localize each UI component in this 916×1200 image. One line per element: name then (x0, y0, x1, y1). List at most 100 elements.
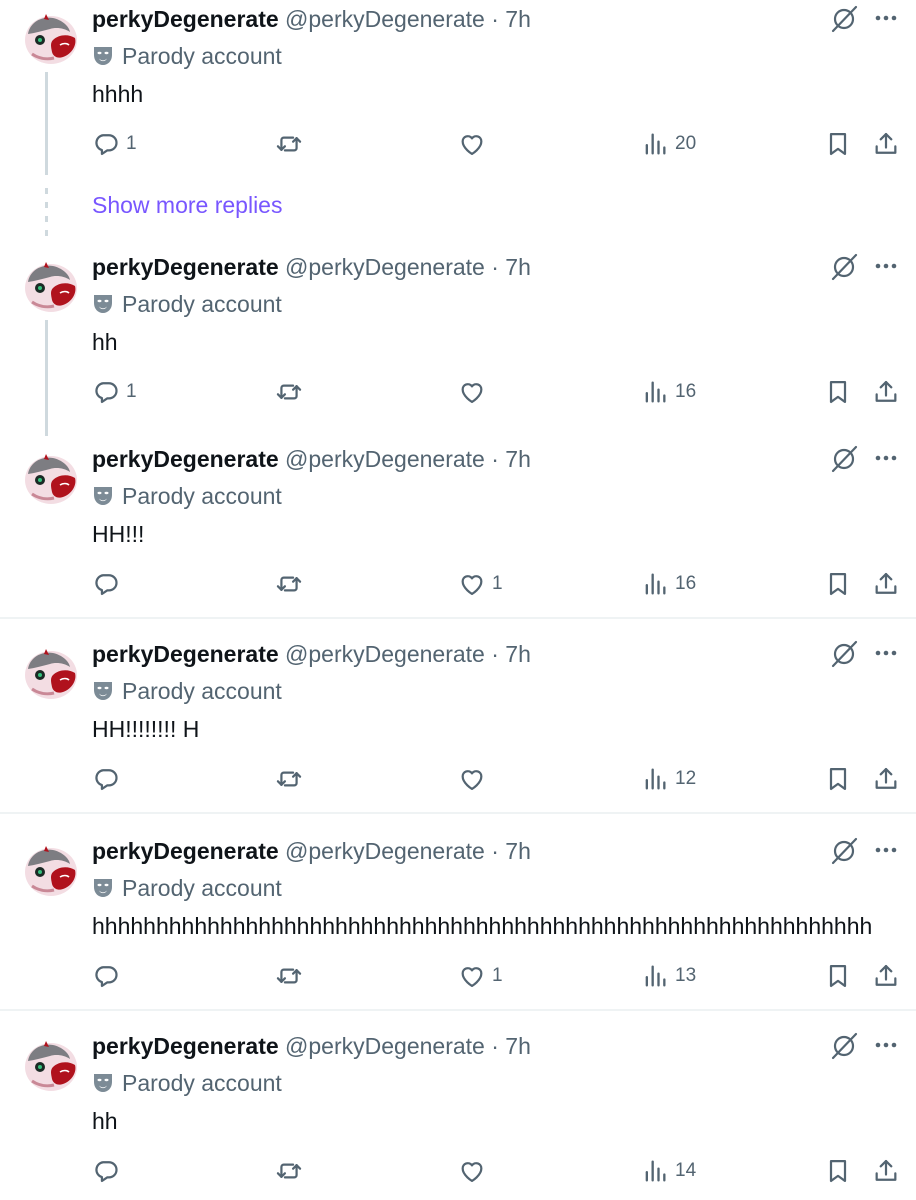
grok-icon[interactable] (829, 4, 859, 34)
more-icon[interactable] (872, 4, 900, 32)
repost-icon (275, 1157, 303, 1185)
author-name[interactable]: perkyDegenerate (92, 6, 279, 32)
author-name[interactable]: perkyDegenerate (92, 446, 279, 472)
avatar[interactable] (22, 10, 80, 68)
views-button[interactable]: 16 (641, 570, 696, 598)
views-count: 12 (675, 768, 697, 789)
repost-icon (275, 130, 303, 158)
share-icon (872, 1157, 900, 1185)
like-button[interactable]: 1 (458, 962, 503, 990)
timestamp[interactable]: 7h (505, 446, 531, 472)
views-button[interactable]: 12 (641, 765, 696, 793)
views-button[interactable]: 14 (641, 1157, 696, 1185)
parody-badge: Parody account (92, 677, 282, 705)
bookmark-button[interactable] (824, 130, 852, 158)
author-handle[interactable]: @perkyDegenerate (285, 254, 485, 280)
more-icon[interactable] (872, 1031, 900, 1059)
tweet-text: HH!!! (92, 521, 145, 547)
tweet-divider (0, 1009, 916, 1011)
show-more-replies-link[interactable]: Show more replies (92, 191, 282, 219)
reply-button[interactable] (92, 765, 126, 793)
repost-button[interactable] (275, 378, 309, 406)
like-button[interactable] (458, 130, 492, 158)
tweet-text: hh (92, 329, 118, 355)
bookmark-button[interactable] (824, 765, 852, 793)
timestamp[interactable]: 7h (505, 838, 531, 864)
reply-button[interactable] (92, 570, 126, 598)
author-handle[interactable]: @perkyDegenerate (285, 446, 485, 472)
parody-mask-icon (92, 877, 114, 899)
repost-button[interactable] (275, 1157, 309, 1185)
author-name[interactable]: perkyDegenerate (92, 838, 279, 864)
timestamp[interactable]: 7h (505, 641, 531, 667)
views-button[interactable]: 20 (641, 130, 696, 158)
views-button[interactable]: 16 (641, 378, 696, 406)
bookmark-icon (824, 1157, 852, 1185)
parody-label: Parody account (122, 1070, 282, 1096)
share-icon (872, 962, 900, 990)
views-count: 16 (675, 573, 697, 594)
like-button[interactable] (458, 765, 492, 793)
reply-icon (92, 765, 120, 793)
views-count: 16 (675, 381, 697, 402)
more-icon[interactable] (872, 252, 900, 280)
more-icon[interactable] (872, 639, 900, 667)
bookmark-button[interactable] (824, 1157, 852, 1185)
grok-icon[interactable] (829, 1031, 859, 1061)
avatar[interactable] (22, 450, 80, 508)
like-button[interactable]: 1 (458, 570, 503, 598)
views-icon (641, 378, 669, 406)
like-count: 1 (492, 965, 503, 986)
repost-button[interactable] (275, 765, 309, 793)
like-button[interactable] (458, 1157, 492, 1185)
reply-button[interactable] (92, 962, 126, 990)
reply-count: 1 (126, 133, 137, 154)
bookmark-button[interactable] (824, 378, 852, 406)
author-handle[interactable]: @perkyDegenerate (285, 641, 485, 667)
author-handle[interactable]: @perkyDegenerate (285, 1033, 485, 1059)
reply-button[interactable]: 1 (92, 378, 137, 406)
parody-mask-icon (92, 1072, 114, 1094)
more-icon[interactable] (872, 836, 900, 864)
timestamp[interactable]: 7h (505, 6, 531, 32)
reply-icon (92, 570, 120, 598)
author-handle[interactable]: @perkyDegenerate (285, 6, 485, 32)
share-button[interactable] (872, 570, 900, 598)
share-button[interactable] (872, 962, 900, 990)
bookmark-button[interactable] (824, 570, 852, 598)
bookmark-button[interactable] (824, 962, 852, 990)
reply-button[interactable]: 1 (92, 130, 137, 158)
reply-button[interactable] (92, 1157, 126, 1185)
like-button[interactable] (458, 378, 492, 406)
share-button[interactable] (872, 130, 900, 158)
parody-label: Parody account (122, 483, 282, 509)
views-button[interactable]: 13 (641, 962, 696, 990)
more-icon[interactable] (872, 444, 900, 472)
bookmark-icon (824, 962, 852, 990)
avatar[interactable] (22, 258, 80, 316)
author-handle[interactable]: @perkyDegenerate (285, 838, 485, 864)
parody-label: Parody account (122, 43, 282, 69)
share-button[interactable] (872, 765, 900, 793)
grok-icon[interactable] (829, 639, 859, 669)
timestamp[interactable]: 7h (505, 1033, 531, 1059)
repost-button[interactable] (275, 130, 309, 158)
grok-icon[interactable] (829, 252, 859, 282)
parody-badge: Parody account (92, 874, 282, 902)
avatar[interactable] (22, 1037, 80, 1095)
tweet-header: perkyDegenerate @perkyDegenerate · 7h (92, 253, 531, 281)
timestamp[interactable]: 7h (505, 254, 531, 280)
views-icon (641, 1157, 669, 1185)
avatar[interactable] (22, 645, 80, 703)
repost-button[interactable] (275, 962, 309, 990)
author-name[interactable]: perkyDegenerate (92, 254, 279, 280)
views-count: 14 (675, 1160, 697, 1181)
author-name[interactable]: perkyDegenerate (92, 1033, 279, 1059)
grok-icon[interactable] (829, 444, 859, 474)
repost-button[interactable] (275, 570, 309, 598)
share-button[interactable] (872, 1157, 900, 1185)
share-button[interactable] (872, 378, 900, 406)
avatar[interactable] (22, 842, 80, 900)
grok-icon[interactable] (829, 836, 859, 866)
author-name[interactable]: perkyDegenerate (92, 641, 279, 667)
